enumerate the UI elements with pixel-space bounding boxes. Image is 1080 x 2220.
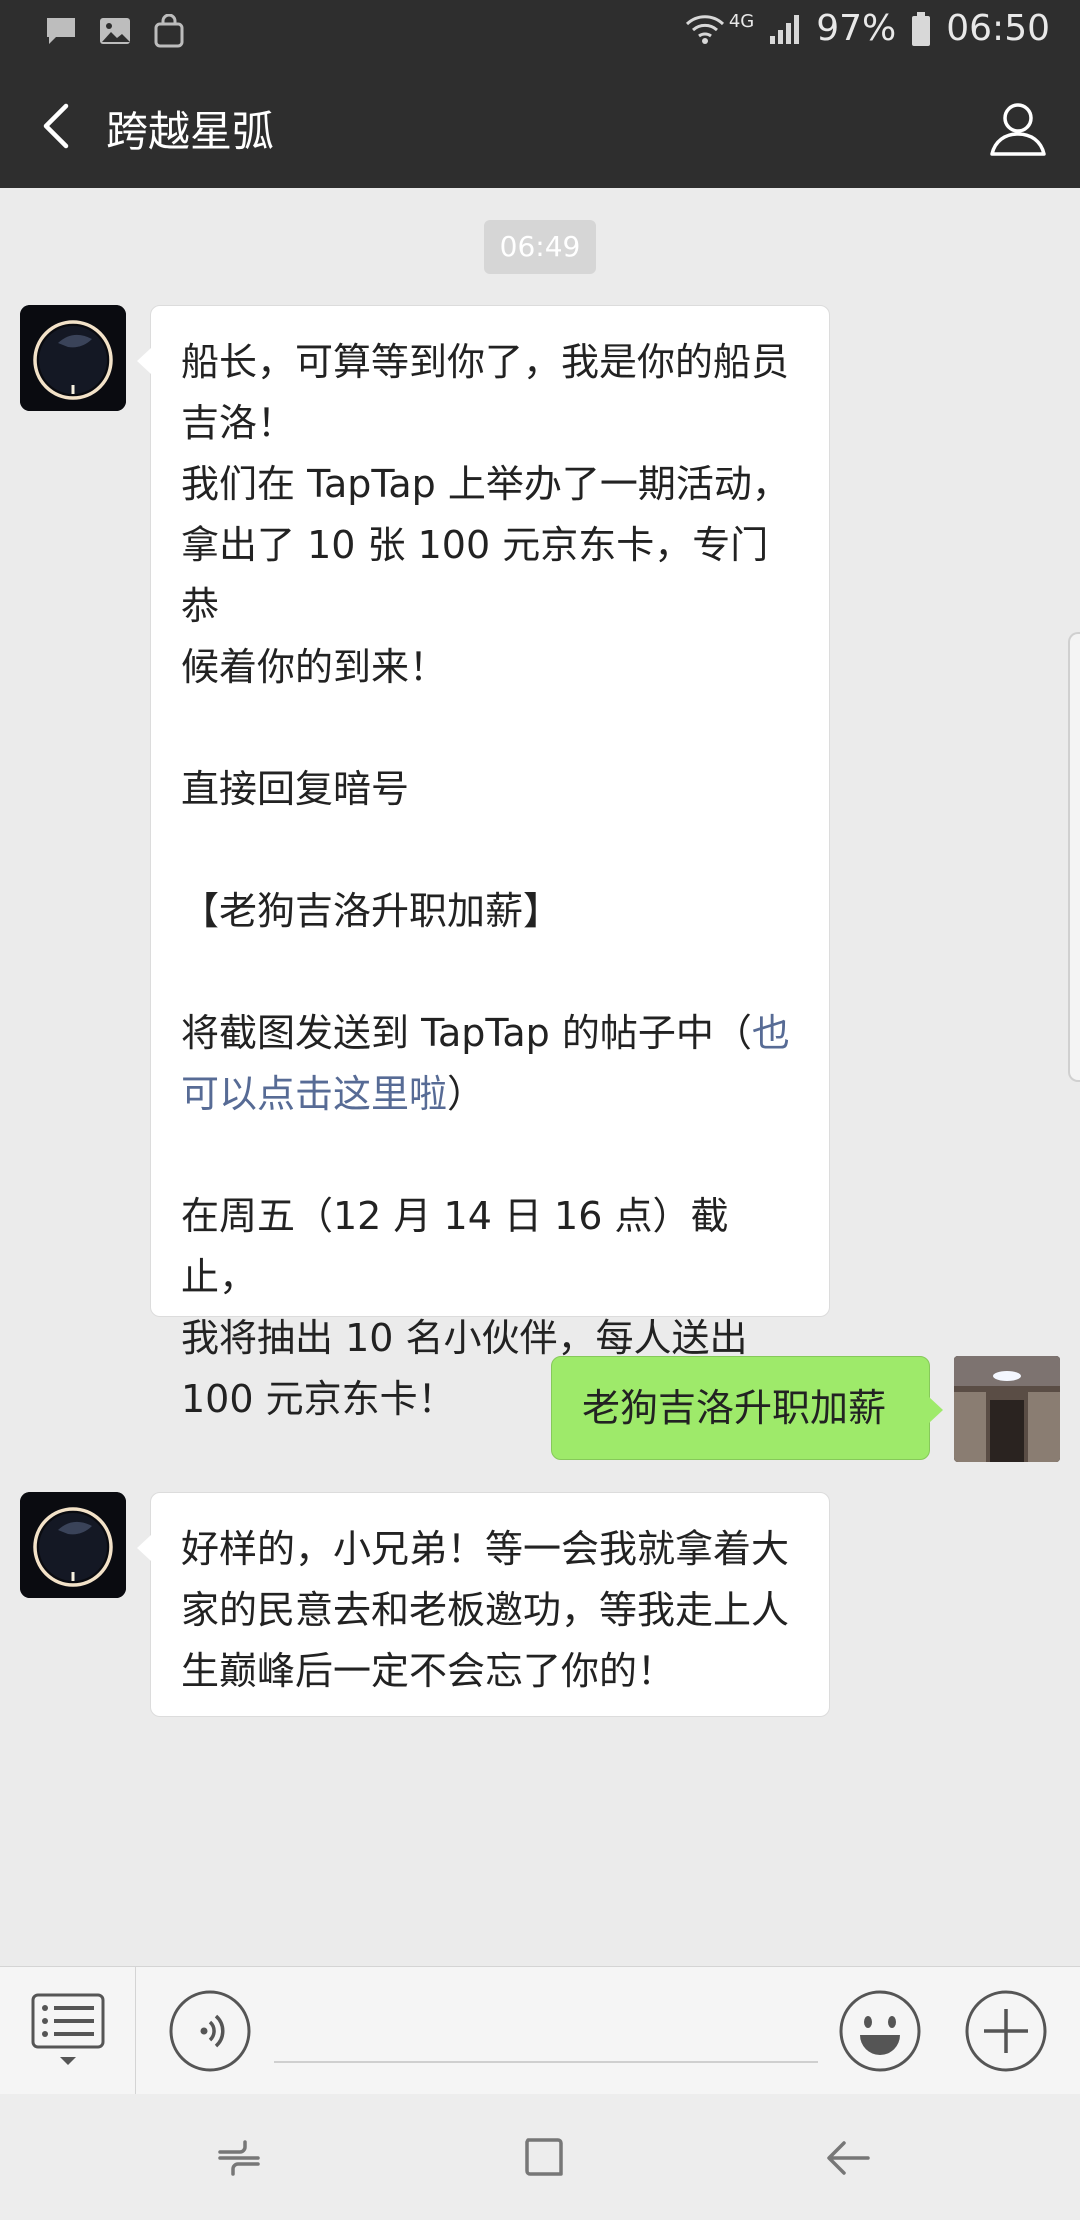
- message-text: 船长，可算等到你了，我是你的船员 吉洛！ 我们在 TapTap 上举办了一期活动…: [181, 332, 803, 1430]
- message-bubble-incoming: 好样的，小兄弟！等一会我就拿着大 家的民意去和老板邀功，等我走上人 生巅峰后一定…: [137, 1492, 830, 1717]
- clock: 06:50: [946, 8, 1050, 49]
- plus-icon[interactable]: [964, 1989, 1048, 2073]
- voice-icon[interactable]: [168, 1989, 252, 2073]
- keyboard-menu-icon[interactable]: [30, 1991, 106, 2071]
- emoji-icon[interactable]: [838, 1989, 922, 2073]
- message-text: 好样的，小兄弟！等一会我就拿着大 家的民意去和老板邀功，等我走上人 生巅峰后一定…: [181, 1527, 790, 1693]
- image-icon: [100, 18, 130, 44]
- app-bar: 跨越星弧: [0, 66, 1080, 188]
- notification-icons: [44, 14, 186, 48]
- avatar-sender[interactable]: [20, 305, 126, 411]
- person-icon[interactable]: [986, 96, 1050, 160]
- chat-title: 跨越星弧: [106, 107, 275, 156]
- bag-icon: [154, 14, 184, 48]
- battery-icon: [912, 11, 931, 46]
- divider: [135, 1967, 136, 2095]
- home-icon[interactable]: [514, 2128, 574, 2188]
- battery-percent: 97%: [816, 8, 897, 49]
- eclipse-avatar-image: [20, 305, 126, 411]
- system-nav-bar: [0, 2094, 1080, 2220]
- signal-icon: [770, 14, 800, 44]
- network-type: 4G: [728, 11, 755, 32]
- avatar-sender[interactable]: [20, 1492, 126, 1598]
- message-text: 老狗吉洛升职加薪: [582, 1386, 887, 1430]
- eclipse-avatar-image: [20, 1492, 126, 1598]
- wifi-icon: [685, 14, 724, 44]
- message-input[interactable]: [274, 1997, 818, 2063]
- message-timestamp: 06:49: [484, 220, 596, 274]
- back-arrow-icon[interactable]: [818, 2128, 878, 2188]
- message-text-part: 船长，可算等到你了，我是你的船员 吉洛！ 我们在 TapTap 上举办了一期活动…: [181, 340, 790, 1055]
- recent-apps-icon[interactable]: [210, 2128, 270, 2188]
- avatar-self[interactable]: [954, 1356, 1060, 1462]
- system-status: 4G 97% 06:50: [685, 8, 1050, 49]
- edge-panel-handle[interactable]: [1068, 632, 1080, 1082]
- status-bar: 4G 97% 06:50: [0, 0, 1080, 66]
- message-icon: [47, 18, 75, 44]
- chevron-left-icon[interactable]: [28, 96, 88, 156]
- message-bubble-outgoing: 老狗吉洛升职加薪: [551, 1356, 943, 1460]
- message-bubble-incoming: 船长，可算等到你了，我是你的船员 吉洛！ 我们在 TapTap 上举办了一期活动…: [137, 305, 830, 1421]
- room-photo-avatar-image: [954, 1356, 1060, 1462]
- chat-input-bar: [0, 1966, 1080, 2095]
